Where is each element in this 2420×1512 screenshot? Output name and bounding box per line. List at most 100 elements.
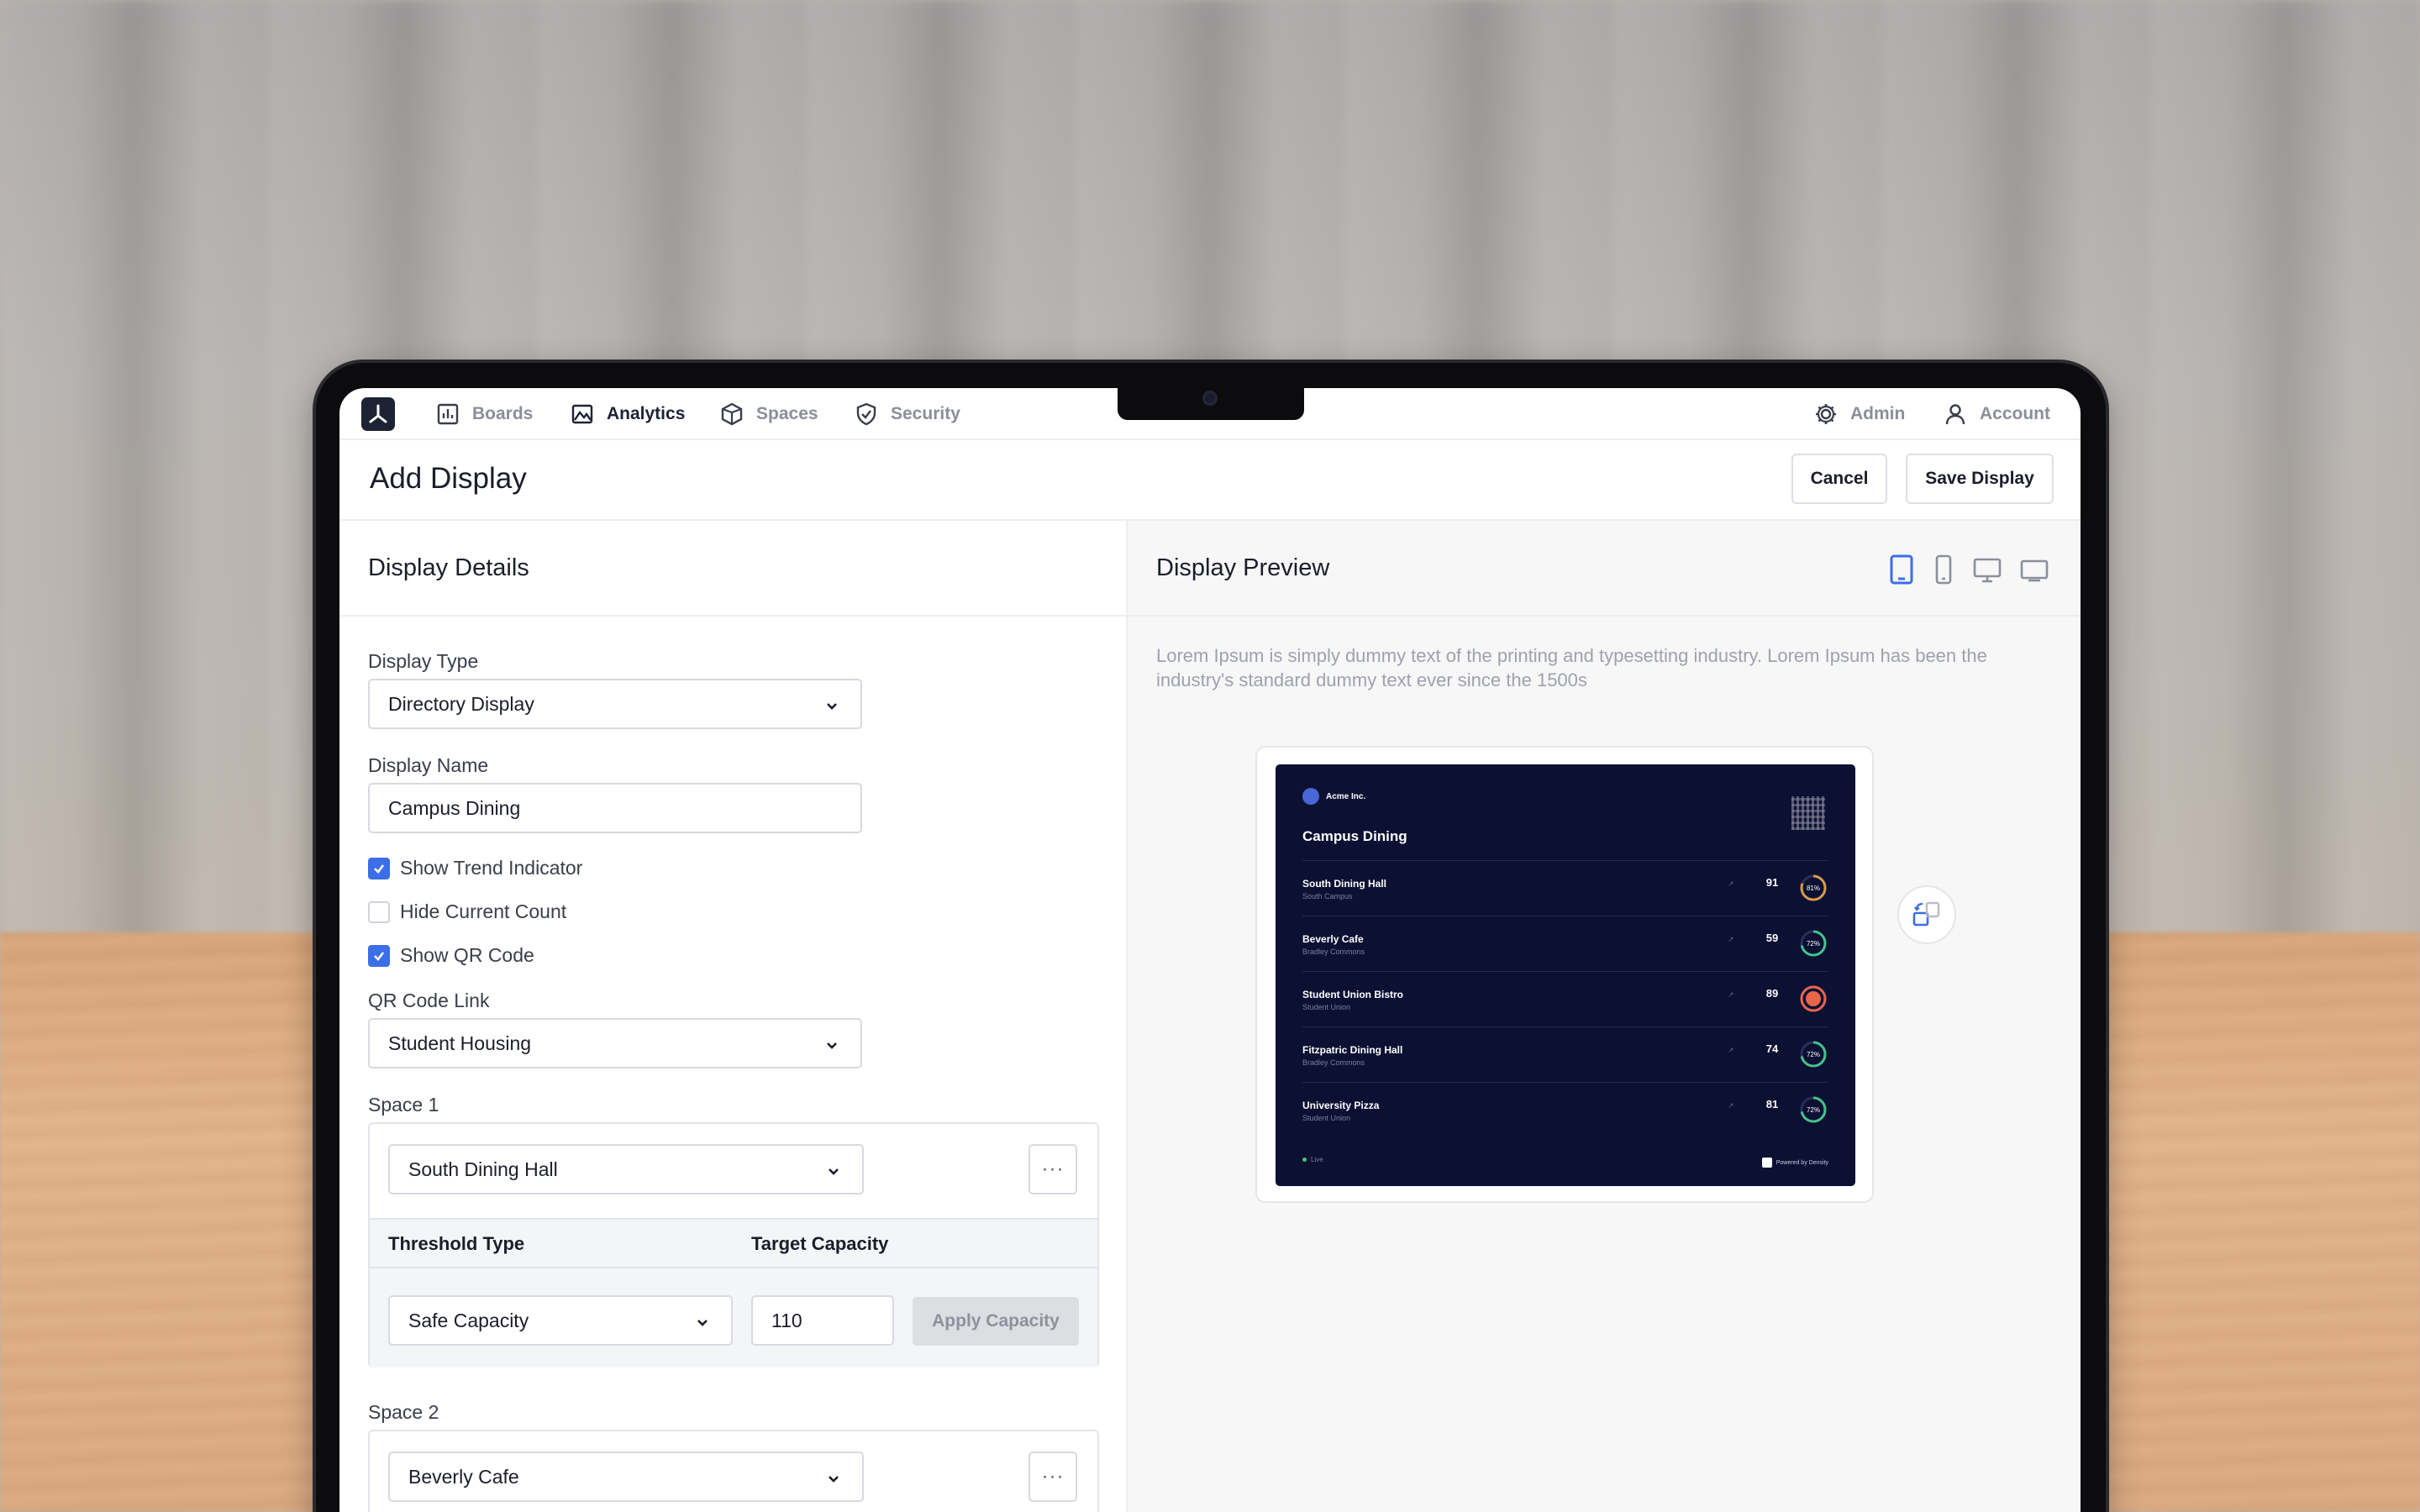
hide-count-checkbox-row[interactable]: Hide Current Count	[368, 900, 566, 923]
display-preview-title: Display Preview	[1156, 554, 1330, 581]
capacity-ring: 72%	[1800, 930, 1827, 957]
preview-row-count: 81	[1765, 1098, 1779, 1110]
space1-label: Space 1	[368, 1094, 439, 1116]
app-logo[interactable]	[361, 397, 395, 431]
preview-footer-left: Live	[1302, 1156, 1323, 1163]
capacity-ring: 72%	[1800, 1041, 1827, 1068]
space1-more-button[interactable]: ···	[1028, 1144, 1077, 1194]
preview-brand-name: Acme Inc.	[1326, 791, 1366, 801]
show-qr-checkbox[interactable]	[368, 944, 390, 967]
preview-live-label: Live	[1311, 1156, 1323, 1163]
trend-arrow-icon: ↗	[1728, 990, 1734, 999]
trend-arrow-icon: ↗	[1728, 1101, 1734, 1110]
preview-row: South Dining Hall South Campus ↗ 91 81%	[1302, 860, 1828, 916]
shield-check-icon	[856, 402, 876, 426]
nav-item-admin[interactable]: Admin	[1813, 400, 1905, 428]
nav-item-spaces[interactable]: Spaces	[719, 400, 818, 428]
preview-row: Fitzpatric Dining Hall Bradley Commons ↗ 74…	[1302, 1026, 1828, 1082]
display-details-title: Display Details	[368, 554, 529, 581]
qr-link-select[interactable]: Student Housing	[368, 1018, 862, 1068]
preview-row-name: South Dining Hall	[1302, 878, 1386, 890]
preview-row-name: Beverly Cafe	[1302, 933, 1364, 945]
save-display-button[interactable]: Save Display	[1906, 454, 2054, 504]
show-trend-checkbox-row[interactable]: Show Trend Indicator	[368, 857, 582, 879]
nav-label-spaces: Spaces	[756, 404, 818, 423]
space2-label: Space 2	[368, 1401, 439, 1423]
space1-select[interactable]: South Dining Hall	[388, 1144, 864, 1194]
bar-chart-icon	[437, 403, 459, 425]
preview-device: Acme Inc. Campus Dining South Dining Hal…	[1255, 746, 1874, 1203]
brand-logo-icon	[1302, 788, 1319, 805]
nav-item-security[interactable]: Security	[854, 400, 960, 428]
hide-count-label: Hide Current Count	[400, 900, 567, 922]
qr-link-value: Student Housing	[388, 1032, 532, 1054]
preview-row-count: 59	[1765, 932, 1779, 944]
target-capacity-label: Target Capacity	[751, 1233, 889, 1254]
display-name-value: Campus Dining	[388, 796, 521, 819]
chevron-down-icon	[829, 1168, 839, 1175]
capacity-alert-dot	[1806, 991, 1821, 1006]
camera-icon	[1202, 391, 1218, 406]
preview-screen-title: Campus Dining	[1302, 828, 1407, 844]
space2-more-button[interactable]: ···	[1028, 1452, 1077, 1502]
capacity-ring-label: 72%	[1807, 1051, 1820, 1058]
page-header: Add Display Cancel Save Display	[339, 440, 2081, 521]
show-qr-label: Show QR Code	[400, 944, 534, 966]
capacity-ring	[1800, 985, 1827, 1012]
show-trend-checkbox[interactable]	[368, 857, 390, 879]
display-type-label: Display Type	[368, 650, 479, 672]
threshold-body: Safe Capacity 110 Apply Capacity	[370, 1268, 1097, 1368]
nav-label-boards: Boards	[472, 404, 534, 423]
preview-row-name: University Pizza	[1302, 1100, 1380, 1111]
apply-capacity-button[interactable]: Apply Capacity	[913, 1297, 1079, 1346]
trend-arrow-icon: ↗	[1728, 935, 1734, 943]
display-details-panel: Display Details Display Type Directory D…	[339, 521, 1128, 1512]
check-icon	[374, 951, 385, 961]
nav-item-boards[interactable]: Boards	[435, 400, 533, 428]
preview-brand: Acme Inc.	[1302, 788, 1365, 805]
cube-icon	[721, 402, 743, 426]
nav-label-account: Account	[1980, 404, 2050, 423]
gear-icon	[1816, 404, 1836, 424]
nav-label-security: Security	[891, 404, 960, 423]
rotate-device-icon	[1912, 901, 1940, 927]
preview-row: Student Union Bistro Student Union ↗ 89	[1302, 971, 1828, 1026]
page-title: Add Display	[370, 462, 527, 495]
space2-select[interactable]: Beverly Cafe	[388, 1452, 864, 1502]
cancel-button[interactable]: Cancel	[1791, 454, 1887, 504]
show-trend-label: Show Trend Indicator	[400, 857, 583, 879]
desktop-icon[interactable]	[1973, 554, 2002, 589]
capacity-ring-label: 81%	[1807, 885, 1820, 892]
hide-count-checkbox[interactable]	[368, 900, 390, 923]
threshold-header: Threshold Type Target Capacity	[370, 1218, 1097, 1268]
tv-icon[interactable]	[2020, 554, 2049, 589]
preview-row-location: South Campus	[1302, 892, 1353, 900]
threshold-type-value: Safe Capacity	[408, 1309, 529, 1331]
show-qr-checkbox-row[interactable]: Show QR Code	[368, 944, 534, 967]
chevron-down-icon	[697, 1320, 708, 1326]
nav-item-analytics[interactable]: Analytics	[570, 400, 685, 428]
preview-row-location: Student Union	[1302, 1114, 1351, 1122]
display-type-select[interactable]: Directory Display	[368, 679, 862, 729]
preview-footer-right: Powered by Density	[1761, 1158, 1828, 1168]
preview-row: University Pizza Student Union ↗ 81 72%	[1302, 1082, 1828, 1137]
nav-item-account[interactable]: Account	[1943, 400, 2050, 428]
display-name-input[interactable]: Campus Dining	[368, 783, 862, 833]
nav-label-analytics: Analytics	[607, 404, 686, 423]
space1-card: South Dining Hall ··· Threshold Type Tar…	[368, 1122, 1099, 1368]
preview-row-location: Bradley Commons	[1302, 1058, 1365, 1067]
display-type-value: Directory Display	[388, 692, 534, 715]
threshold-type-select[interactable]: Safe Capacity	[388, 1295, 733, 1346]
preview-row: Beverly Cafe Bradley Commons ↗ 59 72%	[1302, 916, 1828, 971]
logo-mark-icon	[369, 404, 387, 423]
target-capacity-input[interactable]: 110	[751, 1295, 894, 1346]
rotate-button[interactable]	[1897, 885, 1956, 944]
tablet-icon[interactable]	[1889, 554, 1914, 589]
threshold-type-label: Threshold Type	[388, 1233, 525, 1254]
preview-row-location: Bradley Commons	[1302, 948, 1365, 956]
phone-icon[interactable]	[1933, 554, 1954, 589]
preview-row-name: Student Union Bistro	[1302, 989, 1403, 1000]
live-dot-icon	[1302, 1158, 1307, 1162]
preview-row-count: 74	[1765, 1042, 1779, 1055]
preview-row-count: 89	[1765, 987, 1779, 1000]
